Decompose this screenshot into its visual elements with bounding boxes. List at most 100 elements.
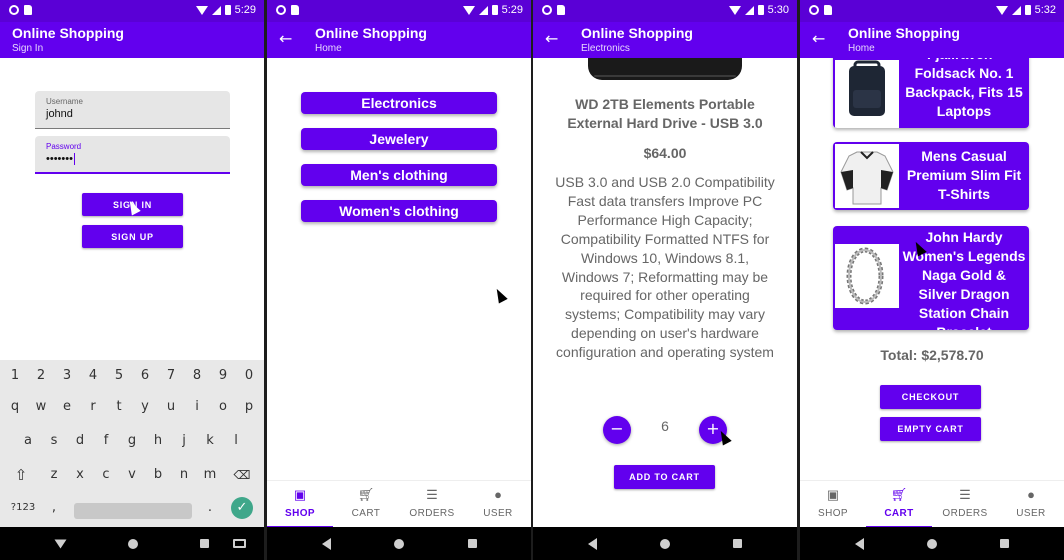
period-key[interactable]: .: [198, 494, 222, 522]
key[interactable]: r: [81, 393, 105, 421]
recents-icon[interactable]: [468, 539, 477, 548]
product-title: WD 2TB Elements Portable External Hard D…: [567, 96, 763, 131]
key[interactable]: m: [198, 461, 222, 489]
key[interactable]: 0: [237, 362, 261, 390]
cart-item-card[interactable]: John Hardy Women's Legends Naga Gold & S…: [833, 226, 1029, 330]
hide-keyboard-icon[interactable]: [54, 539, 67, 549]
key[interactable]: 1: [3, 362, 27, 390]
home-icon[interactable]: [660, 539, 670, 549]
status-bar: 5:30: [533, 0, 797, 22]
nav-cart-label: CART: [884, 508, 914, 519]
nav-cart[interactable]: 🛒︎ CART: [866, 481, 932, 528]
key[interactable]: e: [55, 393, 79, 421]
shift-key-icon[interactable]: ⇧: [9, 461, 33, 489]
decrease-quantity-button[interactable]: −: [603, 416, 631, 444]
checkout-button[interactable]: CHECKOUT: [880, 385, 981, 409]
nav-user[interactable]: ● USER: [998, 481, 1064, 528]
app-title: Online Shopping: [12, 25, 124, 41]
bottom-navigation: ▣ SHOP 🛒︎ CART ☰ ORDERS ● USER: [267, 480, 531, 528]
recents-icon[interactable]: [1000, 539, 1009, 548]
signal-icon: [478, 5, 488, 15]
backspace-key-icon[interactable]: ⌫: [230, 461, 254, 489]
key[interactable]: i: [185, 393, 209, 421]
symbols-key[interactable]: ?123: [8, 494, 38, 522]
key[interactable]: 5: [107, 362, 131, 390]
sign-up-button[interactable]: SIGN UP: [82, 225, 183, 248]
key[interactable]: 2: [29, 362, 53, 390]
username-label: Username: [46, 97, 83, 106]
key[interactable]: c: [94, 461, 118, 489]
back-arrow-icon[interactable]: ←: [279, 30, 297, 48]
key[interactable]: l: [224, 427, 248, 455]
enter-check-icon[interactable]: ✓: [231, 497, 253, 519]
shop-icon: ▣: [293, 487, 307, 502]
key[interactable]: 7: [159, 362, 183, 390]
key[interactable]: 4: [81, 362, 105, 390]
key[interactable]: 9: [211, 362, 235, 390]
nav-cart[interactable]: 🛒︎ CART: [333, 481, 399, 528]
empty-cart-button[interactable]: EMPTY CART: [880, 417, 981, 441]
list-icon: ☰: [959, 487, 971, 502]
key[interactable]: f: [94, 427, 118, 455]
category-womens-clothing-button[interactable]: Women's clothing: [301, 200, 497, 222]
key[interactable]: h: [146, 427, 170, 455]
key[interactable]: 6: [133, 362, 157, 390]
key[interactable]: k: [198, 427, 222, 455]
key[interactable]: z: [42, 461, 66, 489]
key[interactable]: g: [120, 427, 144, 455]
key[interactable]: v: [120, 461, 144, 489]
username-field[interactable]: Username johnd: [35, 91, 230, 129]
comma-key[interactable]: ,: [42, 494, 66, 522]
screen-subtitle: Sign In: [12, 43, 44, 54]
category-electronics-button[interactable]: Electronics: [301, 92, 497, 114]
nav-orders[interactable]: ☰ ORDERS: [399, 481, 465, 528]
back-arrow-icon[interactable]: ←: [545, 30, 563, 48]
recents-icon[interactable]: [200, 539, 209, 548]
back-icon[interactable]: [322, 538, 331, 550]
sd-card-icon: [291, 5, 299, 15]
key[interactable]: a: [16, 427, 40, 455]
key[interactable]: o: [211, 393, 235, 421]
nav-shop[interactable]: ▣ SHOP: [800, 481, 866, 528]
back-arrow-icon[interactable]: ←: [812, 30, 830, 48]
keyboard-switch-icon[interactable]: [233, 539, 246, 548]
back-icon[interactable]: [855, 538, 864, 550]
key[interactable]: y: [133, 393, 157, 421]
key[interactable]: s: [42, 427, 66, 455]
status-bar: 5:29: [0, 0, 264, 22]
home-icon[interactable]: [128, 539, 138, 549]
nav-orders[interactable]: ☰ ORDERS: [932, 481, 998, 528]
back-icon[interactable]: [588, 538, 597, 550]
password-field[interactable]: Password •••••••: [35, 136, 230, 174]
key[interactable]: u: [159, 393, 183, 421]
key[interactable]: n: [172, 461, 196, 489]
key[interactable]: b: [146, 461, 170, 489]
key[interactable]: d: [68, 427, 92, 455]
key[interactable]: j: [172, 427, 196, 455]
nav-shop[interactable]: ▣ SHOP: [267, 481, 333, 528]
key[interactable]: w: [29, 393, 53, 421]
key[interactable]: p: [237, 393, 261, 421]
space-key[interactable]: [74, 503, 192, 519]
add-to-cart-button[interactable]: ADD TO CART: [614, 465, 715, 489]
key[interactable]: 3: [55, 362, 79, 390]
key[interactable]: t: [107, 393, 131, 421]
nav-user[interactable]: ● USER: [465, 481, 531, 528]
status-bar: 5:32: [800, 0, 1064, 22]
wifi-icon: [995, 5, 1008, 15]
category-jewelery-button[interactable]: Jewelery: [301, 128, 497, 150]
cart-item-card[interactable]: Mens Casual Premium Slim Fit T-Shirts: [833, 142, 1029, 210]
system-nav-bar: [800, 527, 1064, 560]
key[interactable]: q: [3, 393, 27, 421]
home-icon[interactable]: [927, 539, 937, 549]
recents-icon[interactable]: [733, 539, 742, 548]
home-icon[interactable]: [394, 539, 404, 549]
tshirt-image: [835, 144, 899, 208]
cart-icon: 🛒︎: [890, 487, 908, 502]
category-mens-clothing-button[interactable]: Men's clothing: [301, 164, 497, 186]
nav-orders-label: ORDERS: [942, 508, 988, 519]
screenshot-stage: 5:29 Online Shopping Sign In Username jo…: [0, 0, 1064, 560]
key[interactable]: x: [68, 461, 92, 489]
app-title: Online Shopping: [315, 25, 427, 41]
key[interactable]: 8: [185, 362, 209, 390]
